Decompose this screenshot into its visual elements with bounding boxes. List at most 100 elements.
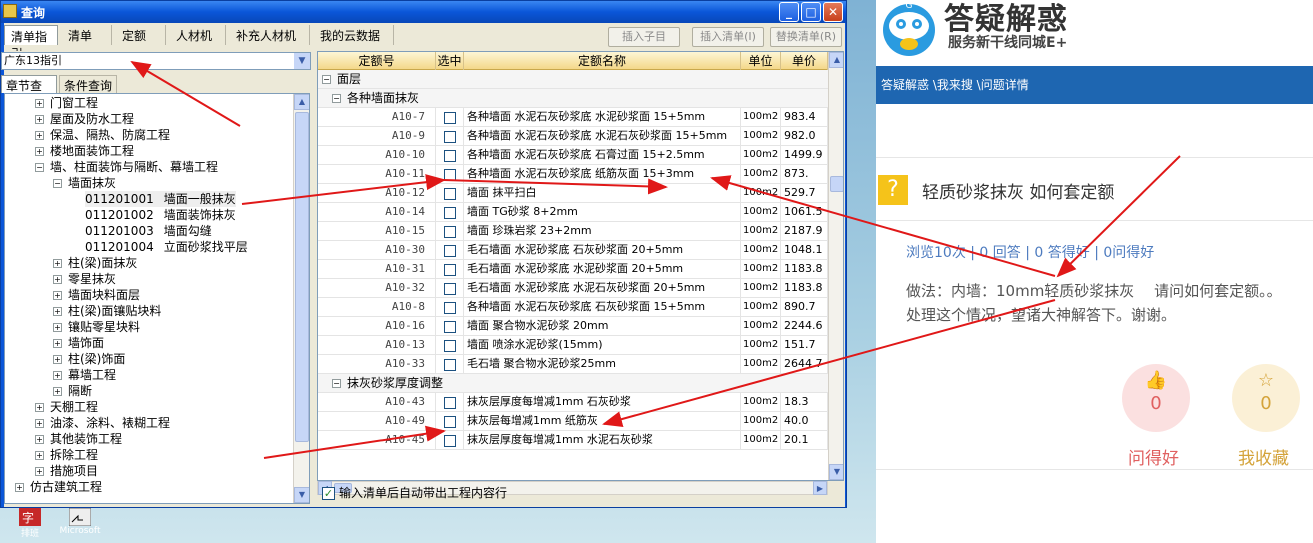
collapse-icon[interactable]: − [35, 163, 44, 172]
good-question-button[interactable]: 👍 0 [1122, 364, 1190, 432]
tree-node[interactable]: + 屋面及防水工程 [35, 111, 134, 127]
row-checkbox[interactable] [443, 112, 456, 124]
scroll-thumb[interactable] [295, 112, 309, 442]
row-checkbox[interactable] [443, 435, 456, 447]
breadcrumb-text[interactable]: 答疑解惑 \我来搜 \问题详情 [881, 78, 1029, 92]
table-row[interactable]: A10-14 墙面 TG砂浆 8+2mm 100m2 1061.5 [318, 203, 828, 222]
row-checkbox[interactable] [443, 150, 456, 162]
expand-icon[interactable]: + [53, 259, 62, 268]
row-checkbox[interactable] [443, 340, 456, 352]
row-checkbox[interactable] [443, 226, 456, 238]
insert-list-button[interactable]: 插入清单(I) [692, 27, 764, 47]
tree-node[interactable]: + 油漆、涂料、裱糊工程 [35, 415, 170, 431]
tree-node[interactable]: + 楼地面装饰工程 [35, 143, 134, 159]
table-row[interactable]: A10-10 各种墙面 水泥石灰砂浆底 石膏过面 15+2.5mm 100m2 149… [318, 146, 828, 165]
table-row[interactable]: A10-31 毛石墙面 水泥砂浆底 水泥砂浆面 20+5mm 100m2 1183.8 [318, 260, 828, 279]
row-checkbox[interactable] [443, 131, 456, 143]
table-row[interactable]: A10-32 毛石墙面 水泥砂浆底 水泥石灰砂浆面 20+5mm 100m2 1183… [318, 279, 828, 298]
tree-node[interactable]: + 门窗工程 [35, 95, 98, 111]
chevron-down-icon[interactable]: ▼ [294, 53, 310, 69]
expand-icon[interactable]: + [53, 275, 62, 284]
table-row[interactable]: A10-45 抹灰层厚度每增减1mm 水泥石灰砂浆 100m2 20.1 [318, 431, 828, 450]
good-question-label[interactable]: 问得好 [1128, 444, 1179, 469]
row-checkbox[interactable] [443, 264, 456, 276]
table-row[interactable]: A10-49 抹灰层每增减1mm 纸筋灰 100m2 40.0 [318, 412, 828, 431]
expand-icon[interactable]: + [35, 419, 44, 428]
minimize-button[interactable]: _ [779, 2, 799, 22]
tree-node[interactable]: 011201004 立面砂浆找平层 [85, 239, 248, 255]
tree-node[interactable]: + 幕墙工程 [53, 367, 116, 383]
checkbox-checked-icon[interactable]: ✓ [322, 487, 335, 500]
expand-icon[interactable]: + [53, 355, 62, 364]
tree-vscroll[interactable]: ▲ ▼ [293, 94, 309, 503]
insert-child-button[interactable]: 插入子目 [608, 27, 680, 47]
table-row[interactable]: A10-33 毛石墙 聚合物水泥砂浆25mm 100m2 2644.7 [318, 355, 828, 374]
tree-node[interactable]: − 墙面抹灰 [53, 175, 116, 191]
replace-list-button[interactable]: 替换清单(R) [770, 27, 842, 47]
close-button[interactable]: ✕ [823, 2, 843, 22]
expand-icon[interactable]: + [35, 99, 44, 108]
scroll-right-icon[interactable]: ▶ [813, 481, 827, 495]
tab-list[interactable]: 清单 [62, 25, 112, 45]
row-checkbox[interactable] [443, 397, 456, 409]
table-row[interactable]: A10-8 各种墙面 水泥石灰砂浆底 石灰砂浆面 15+5mm 100m2 890.7 [318, 298, 828, 317]
tree-node[interactable]: − 墙、柱面装饰与隔断、幕墙工程 [35, 159, 218, 175]
tree-node[interactable]: + 镶贴零星块料 [53, 319, 140, 335]
tree-node[interactable]: + 隔断 [53, 383, 92, 399]
scroll-thumb[interactable] [830, 176, 843, 192]
tab-condition-query[interactable]: 条件查询 [59, 75, 117, 93]
row-checkbox[interactable] [443, 245, 456, 257]
scroll-down-icon[interactable]: ▼ [829, 464, 843, 480]
row-checkbox[interactable] [443, 169, 456, 181]
tab-list-guide[interactable]: 清单指引 [4, 25, 58, 61]
table-row[interactable]: A10-30 毛石墙面 水泥砂浆底 石灰砂浆面 20+5mm 100m2 1048.1 [318, 241, 828, 260]
grid-group-row[interactable]: − 抹灰砂浆厚度调整 [318, 374, 828, 393]
collapse-icon[interactable]: − [53, 179, 62, 188]
tab-quota[interactable]: 定额 [116, 25, 166, 45]
tab-materials[interactable]: 人材机 [170, 25, 226, 45]
table-row[interactable]: A10-13 墙面 喷涂水泥砂浆(15mm) 100m2 151.7 [318, 336, 828, 355]
expand-icon[interactable]: + [35, 147, 44, 156]
collapse-icon[interactable]: − [332, 94, 341, 103]
expand-icon[interactable]: + [53, 291, 62, 300]
tree-node[interactable]: + 柱(梁)面镶贴块料 [53, 303, 161, 319]
row-checkbox[interactable] [443, 207, 456, 219]
tree-node[interactable]: + 天棚工程 [35, 399, 98, 415]
collapse-icon[interactable]: − [332, 379, 341, 388]
maximize-button[interactable]: □ [801, 2, 821, 22]
expand-icon[interactable]: + [35, 467, 44, 476]
region-select[interactable]: 广东13指引 ▼ [1, 52, 311, 70]
expand-icon[interactable]: + [53, 339, 62, 348]
scroll-up-icon[interactable]: ▲ [294, 94, 309, 110]
question-stats[interactable]: 浏览10次 | 0 回答 | 0 答得好 | 0问得好 [906, 242, 1154, 262]
table-row[interactable]: A10-15 墙面 珍珠岩浆 23+2mm 100m2 2187.9 [318, 222, 828, 241]
grid-vscroll[interactable]: ▲ ▼ [828, 52, 843, 480]
header-price[interactable]: 单价 [781, 52, 828, 70]
expand-icon[interactable]: + [35, 131, 44, 140]
row-checkbox[interactable] [443, 321, 456, 333]
scroll-up-icon[interactable]: ▲ [829, 52, 843, 68]
expand-icon[interactable]: + [53, 371, 62, 380]
tree-node[interactable]: + 仿古建筑工程 [15, 479, 102, 495]
tree-node[interactable]: + 其他装饰工程 [35, 431, 122, 447]
header-name[interactable]: 定额名称 [464, 52, 741, 70]
tree-node[interactable]: + 拆除工程 [35, 447, 98, 463]
tree-node[interactable]: + 柱(梁)饰面 [53, 351, 125, 367]
tree-node[interactable]: + 柱(梁)面抹灰 [53, 255, 137, 271]
header-unit[interactable]: 单位 [741, 52, 781, 70]
table-row[interactable]: A10-9 各种墙面 水泥石灰砂浆底 水泥石灰砂浆面 15+5mm 100m2 982… [318, 127, 828, 146]
scroll-down-icon[interactable]: ▼ [294, 487, 309, 503]
table-row[interactable]: A10-7 各种墙面 水泥石灰砂浆底 水泥砂浆面 15+5mm 100m2 983.4 [318, 108, 828, 127]
favorite-button[interactable]: ☆ 0 [1232, 364, 1300, 432]
tree-node[interactable]: 011201003 墙面勾缝 [85, 223, 212, 239]
table-row[interactable]: A10-11 各种墙面 水泥石灰砂浆底 纸筋灰面 15+3mm 100m2 873. [318, 165, 828, 184]
expand-icon[interactable]: + [35, 115, 44, 124]
table-row[interactable]: A10-43 抹灰层厚度每增减1mm 石灰砂浆 100m2 18.3 [318, 393, 828, 412]
grid-group-row[interactable]: − 面层 [318, 70, 828, 89]
table-row[interactable]: A10-12 墙面 抹平扫白 100m2 529.7 [318, 184, 828, 203]
row-checkbox[interactable] [443, 416, 456, 428]
table-row[interactable]: A10-16 墙面 聚合物水泥砂浆 20mm 100m2 2244.6 [318, 317, 828, 336]
tree-node[interactable]: + 墙面块料面层 [53, 287, 140, 303]
collapse-icon[interactable]: − [322, 75, 331, 84]
tree-node[interactable]: 011201002 墙面装饰抹灰 [85, 207, 236, 223]
